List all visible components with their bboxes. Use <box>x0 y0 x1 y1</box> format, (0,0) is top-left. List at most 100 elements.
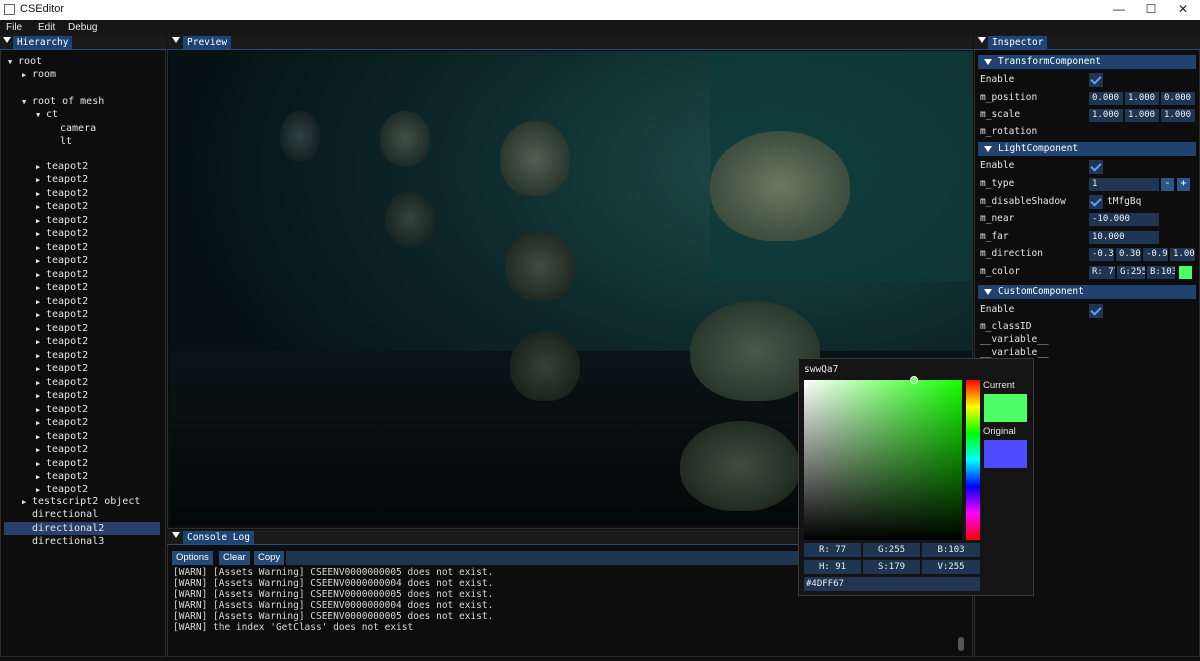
near-field[interactable]: -10.000 <box>1089 213 1159 226</box>
color-g-field[interactable]: G:255 <box>1117 266 1145 279</box>
hierarchy-item[interactable]: ▶ room <box>22 68 56 81</box>
collapsed-arrow-icon[interactable]: ▶ <box>36 255 46 268</box>
picker-h-field[interactable]: H: 91 <box>804 560 861 574</box>
hierarchy-item[interactable]: directional3 <box>22 535 104 548</box>
direction-z-field[interactable]: -0.9 <box>1143 248 1168 261</box>
hierarchy-item[interactable]: lt <box>50 135 72 148</box>
custom-component-header[interactable]: CustomComponent <box>978 285 1196 299</box>
hierarchy-item[interactable]: ▶ teapot2 <box>36 349 88 362</box>
close-button[interactable]: ✕ <box>1166 0 1200 20</box>
scale-y-field[interactable]: 1.000 <box>1125 109 1159 122</box>
enable-checkbox[interactable] <box>1089 304 1103 318</box>
hierarchy-item[interactable]: ▼ root <box>8 55 42 68</box>
collapsed-arrow-icon[interactable]: ▶ <box>36 444 46 457</box>
direction-y-field[interactable]: 0.30 <box>1116 248 1141 261</box>
collapsed-arrow-icon[interactable]: ▶ <box>36 282 46 295</box>
collapsed-arrow-icon[interactable]: ▶ <box>36 228 46 241</box>
color-swatch[interactable] <box>1179 266 1192 279</box>
hierarchy-item[interactable]: ▶ teapot2 <box>36 214 88 227</box>
light-component-header[interactable]: LightComponent <box>978 142 1196 156</box>
picker-r-field[interactable]: R: 77 <box>804 543 861 557</box>
hierarchy-item[interactable]: ▶ teapot2 <box>36 416 88 429</box>
scale-x-field[interactable]: 1.000 <box>1089 109 1123 122</box>
color-r-field[interactable]: R: 77 <box>1089 266 1115 279</box>
transform-component-header[interactable]: TransformComponent <box>978 55 1196 69</box>
hierarchy-item[interactable]: ▶ teapot2 <box>36 457 88 470</box>
hierarchy-item[interactable]: ▼ root of mesh <box>22 95 104 108</box>
menu-edit[interactable]: Edit <box>38 22 55 33</box>
collapse-icon[interactable] <box>172 37 180 43</box>
console-scrollbar[interactable] <box>958 637 964 651</box>
collapsed-arrow-icon[interactable]: ▶ <box>36 363 46 376</box>
clear-button[interactable]: Clear <box>219 551 250 565</box>
hierarchy-item[interactable]: ▶ teapot2 <box>36 227 88 240</box>
hierarchy-item[interactable]: ▶ teapot2 <box>36 308 88 321</box>
tab-inspector[interactable]: Inspector <box>988 36 1048 49</box>
enable-checkbox[interactable] <box>1089 160 1103 174</box>
hierarchy-item[interactable]: ▶ teapot2 <box>36 335 88 348</box>
menu-file[interactable]: File <box>6 22 22 33</box>
hierarchy-item[interactable]: ▶ teapot2 <box>36 200 88 213</box>
collapsed-arrow-icon[interactable]: ▶ <box>22 69 32 82</box>
direction-x-field[interactable]: -0.3 <box>1089 248 1114 261</box>
hierarchy-item[interactable]: ▼ ct <box>36 108 58 121</box>
hierarchy-item[interactable]: ▶ teapot2 <box>36 241 88 254</box>
picker-g-field[interactable]: G:255 <box>863 543 920 557</box>
collapse-icon[interactable] <box>984 59 992 65</box>
picker-s-field[interactable]: S:179 <box>863 560 920 574</box>
options-button[interactable]: Options <box>172 551 213 565</box>
hierarchy-item[interactable]: ▶ teapot2 <box>36 187 88 200</box>
hierarchy-item[interactable]: ▶ teapot2 <box>36 268 88 281</box>
tab-console-log[interactable]: Console Log <box>183 531 254 544</box>
collapsed-arrow-icon[interactable]: ▶ <box>36 201 46 214</box>
hierarchy-item[interactable]: ▶ testscript2 object <box>22 495 140 508</box>
hierarchy-item[interactable]: ▶ teapot2 <box>36 430 88 443</box>
disable-shadow-checkbox[interactable] <box>1089 195 1103 209</box>
scale-z-field[interactable]: 1.000 <box>1161 109 1195 122</box>
hierarchy-item[interactable]: ▶ teapot2 <box>36 160 88 173</box>
far-field[interactable]: 10.000 <box>1089 231 1159 244</box>
picker-hex-field[interactable]: #4DFF67 <box>804 577 980 591</box>
tab-preview[interactable]: Preview <box>183 36 232 49</box>
hierarchy-item[interactable]: ▶ teapot2 <box>36 322 88 335</box>
expanded-arrow-icon[interactable]: ▼ <box>22 96 32 109</box>
original-color-swatch[interactable] <box>984 440 1027 468</box>
color-b-field[interactable]: B:103 <box>1147 266 1175 279</box>
hierarchy-item[interactable]: directional2 <box>4 522 160 535</box>
position-z-field[interactable]: 0.000 <box>1161 92 1195 105</box>
position-x-field[interactable]: 0.000 <box>1089 92 1123 105</box>
menu-debug[interactable]: Debug <box>68 22 97 33</box>
picker-v-field[interactable]: V:255 <box>922 560 980 574</box>
hierarchy-item[interactable]: ▶ teapot2 <box>36 173 88 186</box>
hierarchy-item[interactable]: directional <box>22 508 98 521</box>
hierarchy-item[interactable]: ▶ teapot2 <box>36 376 88 389</box>
collapse-icon[interactable] <box>172 532 180 538</box>
expanded-arrow-icon[interactable]: ▼ <box>8 56 18 69</box>
hierarchy-item[interactable]: ▶ teapot2 <box>36 443 88 456</box>
type-field[interactable]: 1 <box>1089 178 1159 191</box>
hierarchy-item[interactable]: ▶ teapot2 <box>36 281 88 294</box>
picker-b-field[interactable]: B:103 <box>922 543 980 557</box>
collapsed-arrow-icon[interactable]: ▶ <box>36 309 46 322</box>
collapsed-arrow-icon[interactable]: ▶ <box>36 336 46 349</box>
expanded-arrow-icon[interactable]: ▼ <box>36 109 46 122</box>
collapsed-arrow-icon[interactable]: ▶ <box>36 417 46 430</box>
maximize-button[interactable]: ☐ <box>1134 0 1168 20</box>
collapse-icon[interactable] <box>3 37 11 43</box>
collapse-icon[interactable] <box>984 146 992 152</box>
tab-hierarchy[interactable]: Hierarchy <box>13 36 73 49</box>
increment-button[interactable]: + <box>1177 178 1190 191</box>
hue-slider[interactable] <box>966 380 980 540</box>
hierarchy-item[interactable]: ▶ teapot2 <box>36 254 88 267</box>
hierarchy-item[interactable]: ▶ teapot2 <box>36 295 88 308</box>
hierarchy-item[interactable]: ▶ teapot2 <box>36 389 88 402</box>
collapsed-arrow-icon[interactable]: ▶ <box>36 174 46 187</box>
minimize-button[interactable]: — <box>1102 0 1136 20</box>
hierarchy-item[interactable]: ▶ teapot2 <box>36 470 88 483</box>
direction-w-field[interactable]: 1.00 <box>1170 248 1195 261</box>
saturation-value-square[interactable] <box>804 380 962 540</box>
hierarchy-item[interactable]: ▶ teapot2 <box>36 362 88 375</box>
hierarchy-item[interactable]: ▶ teapot2 <box>36 403 88 416</box>
collapse-icon[interactable] <box>978 37 986 43</box>
collapsed-arrow-icon[interactable]: ▶ <box>36 390 46 403</box>
